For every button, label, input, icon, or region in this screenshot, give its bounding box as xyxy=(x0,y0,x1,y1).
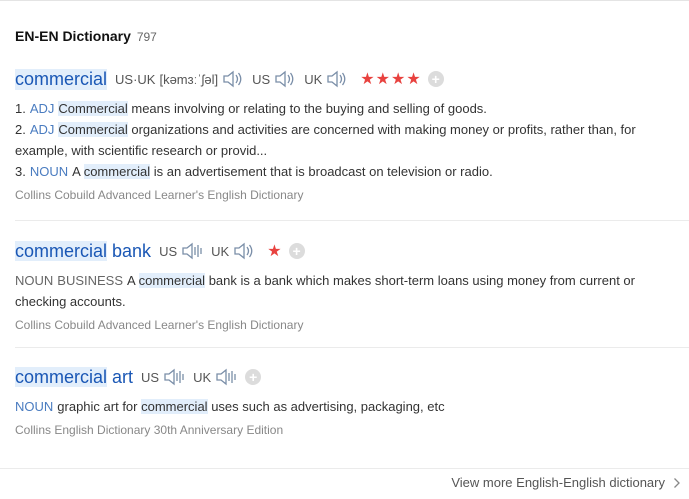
speaker-icon[interactable] xyxy=(233,241,255,261)
def-number: 3. xyxy=(15,164,26,179)
keyword-highlight: commercial xyxy=(138,273,206,288)
subject-field: BUSINESS xyxy=(57,273,124,288)
uk-label: UK xyxy=(193,369,212,385)
entry-divider xyxy=(15,220,689,221)
add-icon[interactable]: + xyxy=(427,71,444,87)
add-icon[interactable]: + xyxy=(288,243,305,259)
part-of-speech: ADJ xyxy=(29,122,55,137)
def-text: organizations and activities are concern… xyxy=(127,122,636,137)
speaker-icon[interactable] xyxy=(326,69,348,89)
phonetic: [kəmɜːˈʃəl] xyxy=(159,71,219,87)
entry-commercial-bank: commercial bank US UK ★ + NOUN BUSINESS A … xyxy=(15,238,689,332)
source-citation: Collins Cobuild Advanced Learner's Engli… xyxy=(15,188,304,202)
us-label: US xyxy=(141,369,160,385)
definition-item: 3. NOUN A commercial is an advertisement t… xyxy=(15,161,689,182)
speaker-icon[interactable] xyxy=(215,367,237,387)
headword-link[interactable]: commercial art xyxy=(15,366,133,388)
keyword-highlight: commercial xyxy=(83,164,151,179)
uk-label: UK xyxy=(304,71,323,87)
speaker-icon[interactable] xyxy=(181,241,203,261)
entry-headline: commercial bank US UK ★ + xyxy=(15,238,689,264)
footer-divider xyxy=(0,468,689,469)
def-prefix: A xyxy=(127,273,139,288)
headword-link[interactable]: commercial xyxy=(15,68,108,90)
speaker-icon[interactable] xyxy=(163,367,185,387)
definition-list: NOUN BUSINESS A commercial bank is a bank … xyxy=(15,270,689,312)
part-of-speech: ADJ xyxy=(29,101,55,116)
star-rating: ★★★★ xyxy=(360,71,422,88)
def-text: bank is a bank which makes short-term lo… xyxy=(205,273,635,288)
star-rating: ★ xyxy=(267,243,283,260)
definition-list: NOUN graphic art for commercial uses such… xyxy=(15,396,689,417)
keyword-highlight: Commercial xyxy=(58,122,128,137)
entry-divider xyxy=(15,347,689,348)
keyword-highlight: commercial xyxy=(141,399,208,414)
def-text-continued: checking accounts. xyxy=(15,294,126,309)
entry-commercial-art: commercial art US UK + NOUN graphic art f… xyxy=(15,364,689,437)
def-text-continued: example, with scientific research or pro… xyxy=(15,143,268,158)
uk-label: UK xyxy=(211,243,230,259)
pron-us-uk-label: US·UK xyxy=(115,71,156,87)
definition-item: 2. ADJ Commercial organizations and activi… xyxy=(15,119,689,161)
us-label: US xyxy=(159,243,178,259)
entry-headline: commercial US·UK [kəmɜːˈʃəl] US UK ★★★★ … xyxy=(15,66,689,92)
definition-item: 1. ADJ Commercial means involving or relat… xyxy=(15,98,689,119)
definition-item: NOUN graphic art for commercial uses such… xyxy=(15,396,689,417)
result-count: 797 xyxy=(136,30,157,44)
part-of-speech: NOUN xyxy=(15,273,54,288)
def-number: 2. xyxy=(15,122,26,137)
entry-headline: commercial art US UK + xyxy=(15,364,689,390)
part-of-speech: NOUN xyxy=(29,164,69,179)
headword-link[interactable]: commercial bank xyxy=(15,240,151,262)
def-prefix: A xyxy=(72,164,84,179)
source-citation: Collins English Dictionary 30th Annivers… xyxy=(15,423,284,437)
view-more-link[interactable]: View more English-English dictionary xyxy=(451,475,681,490)
definition-item: NOUN BUSINESS A commercial bank is a bank … xyxy=(15,270,689,312)
dictionary-header: EN-EN Dictionary 797 xyxy=(15,28,157,44)
def-text: means involving or relating to the buyin… xyxy=(127,101,487,116)
def-text: uses such as advertising, packaging, etc xyxy=(207,399,445,414)
us-label: US xyxy=(252,71,271,87)
view-more-label: View more English-English dictionary xyxy=(451,475,665,490)
definition-list: 1. ADJ Commercial means involving or relat… xyxy=(15,98,689,182)
entry-commercial: commercial US·UK [kəmɜːˈʃəl] US UK ★★★★ … xyxy=(15,66,689,202)
def-text: is an advertisement that is broadcast on… xyxy=(150,164,493,179)
def-prefix: graphic art for xyxy=(57,399,142,414)
add-icon[interactable]: + xyxy=(245,369,262,385)
speaker-icon[interactable] xyxy=(222,69,244,89)
dictionary-title: EN-EN Dictionary xyxy=(15,28,131,44)
source-citation: Collins Cobuild Advanced Learner's Engli… xyxy=(15,318,304,332)
part-of-speech: NOUN xyxy=(15,399,54,414)
chevron-right-icon xyxy=(673,477,681,489)
keyword-highlight: Commercial xyxy=(58,101,128,116)
speaker-icon[interactable] xyxy=(274,69,296,89)
def-number: 1. xyxy=(15,101,26,116)
top-divider xyxy=(0,0,689,1)
